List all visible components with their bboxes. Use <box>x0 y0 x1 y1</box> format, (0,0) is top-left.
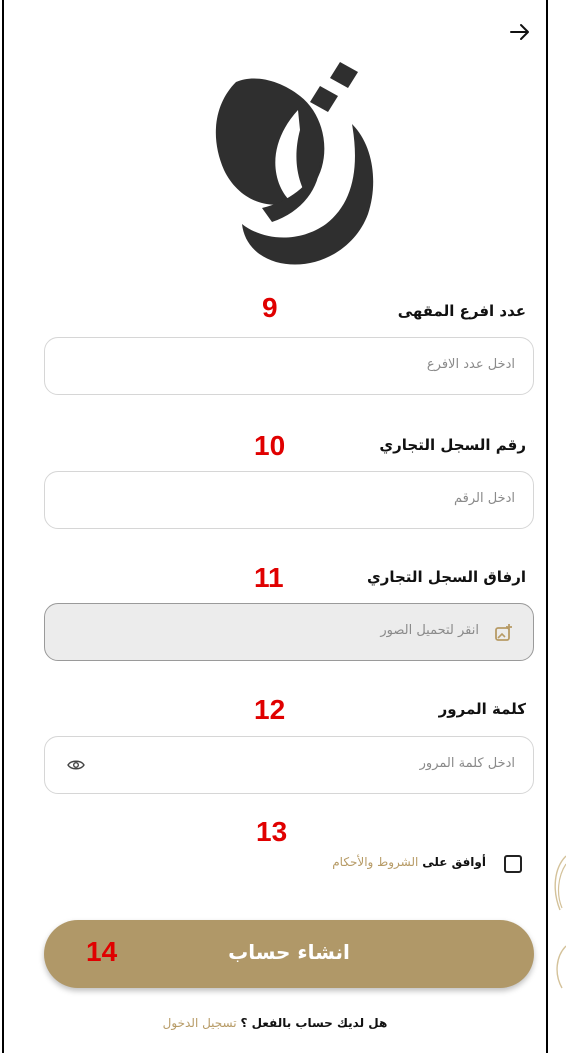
screen: عدد افرع المقهى 9 ادخل عدد الافرع رقم ال… <box>0 0 566 1055</box>
create-account-label: انشاء حساب <box>228 940 350 964</box>
brand-calligraphy-logo <box>215 62 374 265</box>
password-label: كلمة المرور <box>438 700 526 718</box>
terms-prefix: أوافق على <box>422 855 486 869</box>
login-question: هل لديك حساب بالفعل ؟ <box>240 1016 388 1030</box>
terms-text: أوافق على الشروط والأحكام <box>332 855 486 869</box>
terms-link[interactable]: الشروط والأحكام <box>332 855 418 869</box>
login-prompt: هل لديك حساب بالفعل ؟ تسجيل الدخول <box>4 1016 546 1030</box>
phone-screen: عدد افرع المقهى 9 ادخل عدد الافرع رقم ال… <box>2 0 548 1053</box>
registry-number-placeholder: ادخل الرقم <box>453 491 515 506</box>
create-account-button[interactable]: انشاء حساب 14 <box>44 920 534 988</box>
branches-label: عدد افرع المقهى <box>397 302 526 320</box>
step-marker-9: 9 <box>262 292 278 323</box>
branches-input[interactable]: ادخل عدد الافرع <box>44 337 534 395</box>
eye-icon[interactable] <box>67 758 85 772</box>
step-marker-12: 12 <box>254 694 286 725</box>
registry-number-label: رقم السجل التجاري <box>379 436 526 454</box>
step-marker-14: 14 <box>86 936 118 967</box>
registry-number-input[interactable]: ادخل الرقم <box>44 471 534 529</box>
registry-attachment-placeholder: انقر لتحميل الصور <box>380 623 479 638</box>
password-placeholder: ادخل كلمة المرور <box>419 756 515 771</box>
terms-checkbox[interactable] <box>504 855 522 873</box>
step-marker-13: 13 <box>256 816 288 847</box>
image-upload-icon <box>495 624 512 641</box>
login-link[interactable]: تسجيل الدخول <box>163 1016 237 1030</box>
branches-placeholder: ادخل عدد الافرع <box>426 357 515 372</box>
decorative-ornament <box>554 855 566 989</box>
step-marker-11: 11 <box>254 562 284 593</box>
step-marker-10: 10 <box>254 430 286 461</box>
registry-attachment-label: ارفاق السجل التجاري <box>366 568 526 586</box>
password-input[interactable]: ادخل كلمة المرور <box>44 736 534 794</box>
registry-attachment-upload[interactable]: انقر لتحميل الصور <box>44 603 534 661</box>
arrow-right-icon[interactable] <box>508 20 532 44</box>
